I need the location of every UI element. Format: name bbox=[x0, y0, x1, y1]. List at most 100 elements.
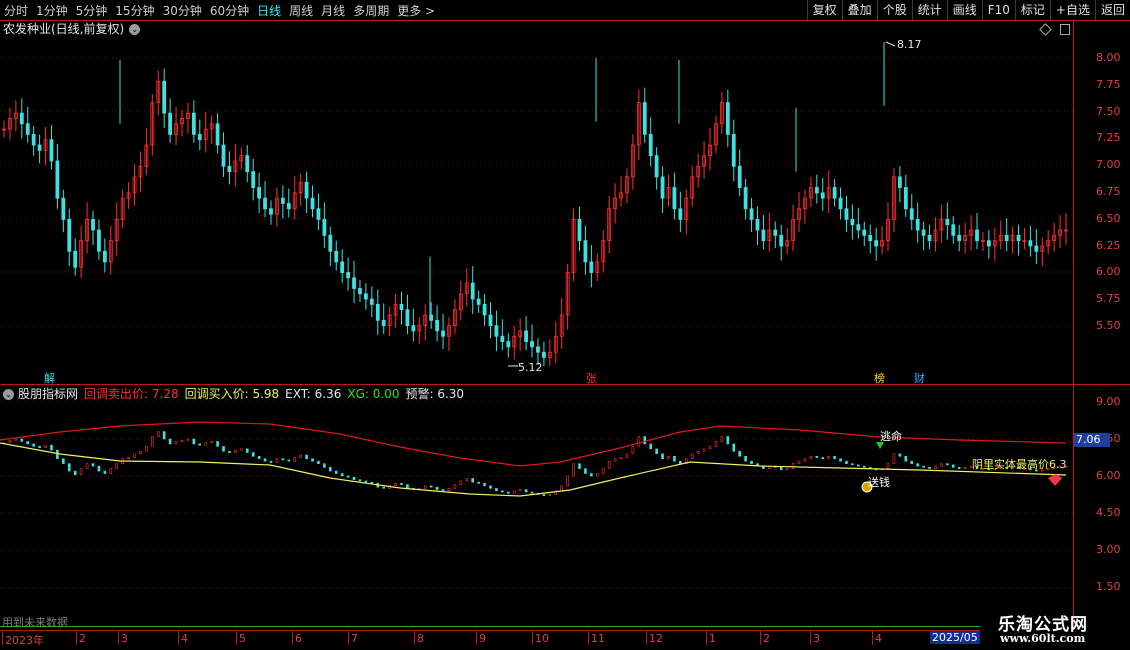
candle-body bbox=[856, 224, 861, 231]
indicator-candle bbox=[192, 438, 196, 445]
candle-body bbox=[405, 309, 410, 327]
marker-cai[interactable]: 财 bbox=[914, 370, 925, 386]
indicator-axis-label: 9.00 bbox=[1096, 395, 1121, 408]
time-label: 3 bbox=[813, 632, 820, 645]
indicator-candle bbox=[198, 443, 202, 446]
candle-body bbox=[286, 203, 291, 210]
price-axis-label: 5.50 bbox=[1096, 319, 1121, 332]
indicator-candle bbox=[696, 451, 700, 455]
time-tick bbox=[118, 631, 119, 645]
candle-body bbox=[470, 282, 475, 300]
candle-body bbox=[506, 341, 511, 348]
indicator-candle bbox=[524, 489, 528, 493]
candle-body bbox=[761, 229, 766, 242]
time-tick bbox=[178, 631, 179, 645]
candle-body bbox=[903, 187, 908, 210]
candle-body bbox=[97, 229, 101, 252]
indicator-candle bbox=[287, 459, 291, 462]
indicator-candle bbox=[293, 457, 297, 462]
indicator-candle bbox=[400, 483, 403, 485]
indicator-candle bbox=[269, 460, 273, 463]
time-label: 2 bbox=[79, 632, 86, 645]
indicator-candle bbox=[857, 464, 860, 467]
candle-body bbox=[874, 240, 879, 247]
indicator-candle bbox=[613, 458, 617, 462]
indicator-candle bbox=[957, 467, 961, 469]
indicator-candle bbox=[245, 448, 249, 453]
candle-body bbox=[672, 187, 677, 210]
time-end-label: 2025/05 bbox=[930, 631, 980, 644]
indicator-candle bbox=[886, 463, 890, 469]
candle-body bbox=[678, 208, 683, 220]
indicator-candle bbox=[625, 453, 629, 458]
candle-body bbox=[773, 229, 778, 236]
indicator-candle bbox=[845, 460, 848, 464]
indicator-candle bbox=[115, 463, 119, 469]
time-tick bbox=[2, 631, 3, 645]
indicator-candle bbox=[679, 460, 682, 464]
candle-body bbox=[340, 261, 345, 273]
indicator-candle bbox=[67, 463, 71, 472]
indicator-candle bbox=[156, 431, 160, 437]
time-label: 3 bbox=[121, 632, 128, 645]
marker-jie[interactable]: 解 bbox=[44, 370, 55, 386]
candle-body bbox=[369, 298, 374, 305]
indicator-candle bbox=[8, 439, 12, 444]
indicator-candle bbox=[471, 478, 475, 483]
candle-body bbox=[102, 250, 107, 263]
indicator-candle bbox=[607, 460, 611, 469]
candle-body bbox=[957, 234, 962, 242]
indicator-candle bbox=[839, 458, 842, 462]
indicator-candle bbox=[26, 441, 30, 445]
time-label: 2 bbox=[763, 632, 770, 645]
indicator-axis-label: 6.00 bbox=[1096, 469, 1121, 482]
indicator-candle bbox=[934, 465, 937, 469]
indicator-candle bbox=[892, 453, 896, 464]
candle-body bbox=[197, 134, 202, 141]
high-label: 8.17 bbox=[897, 38, 922, 51]
indicator-axis-label: 1.50 bbox=[1096, 580, 1121, 593]
price-axis-label: 8.00 bbox=[1096, 51, 1121, 64]
indicator-candle bbox=[542, 494, 546, 497]
indicator-candle bbox=[797, 460, 801, 464]
indicator-candle bbox=[240, 448, 243, 451]
candle-body bbox=[25, 123, 30, 135]
time-label: 1 bbox=[709, 632, 716, 645]
price-axis-label: 7.00 bbox=[1096, 158, 1121, 172]
indicator-candle bbox=[483, 483, 486, 487]
indicator-candle bbox=[139, 451, 142, 455]
marker-zhang[interactable]: 张 bbox=[586, 370, 597, 386]
candle-body bbox=[1016, 234, 1021, 242]
time-label: 4 bbox=[875, 632, 882, 645]
indicator-candle bbox=[803, 458, 807, 462]
indicator-candle bbox=[317, 460, 320, 464]
price-axis-label: 6.25 bbox=[1096, 238, 1121, 252]
indicator-candle bbox=[910, 460, 914, 464]
indicator-candle bbox=[329, 467, 332, 472]
indicator-candle bbox=[210, 441, 213, 444]
indicator-candle bbox=[323, 463, 326, 468]
indicator-candle bbox=[50, 444, 53, 451]
candle-body bbox=[779, 234, 784, 247]
indicator-candle bbox=[423, 485, 427, 489]
indicator-candle bbox=[334, 470, 338, 474]
time-tick bbox=[348, 631, 349, 645]
time-tick bbox=[532, 631, 533, 645]
indicator-candle bbox=[862, 465, 866, 468]
indicator-candle bbox=[495, 488, 498, 492]
candle-body bbox=[731, 134, 736, 167]
indicator-candle bbox=[827, 455, 830, 460]
indicator-candle bbox=[145, 446, 148, 452]
indicator-candle bbox=[738, 451, 741, 457]
marker-bang[interactable]: 榜 bbox=[874, 370, 885, 386]
candle-body bbox=[1028, 240, 1033, 247]
candle-body bbox=[820, 192, 825, 199]
indicator-candle bbox=[702, 448, 706, 452]
price-chart[interactable] bbox=[0, 0, 1130, 650]
watermark-url: www.60lt.com bbox=[1000, 632, 1086, 645]
indicator-candle bbox=[963, 467, 967, 469]
indicator-candle bbox=[382, 486, 386, 489]
candle-body bbox=[488, 314, 493, 327]
candle-body bbox=[1004, 234, 1009, 242]
indicator-candle bbox=[809, 455, 813, 460]
